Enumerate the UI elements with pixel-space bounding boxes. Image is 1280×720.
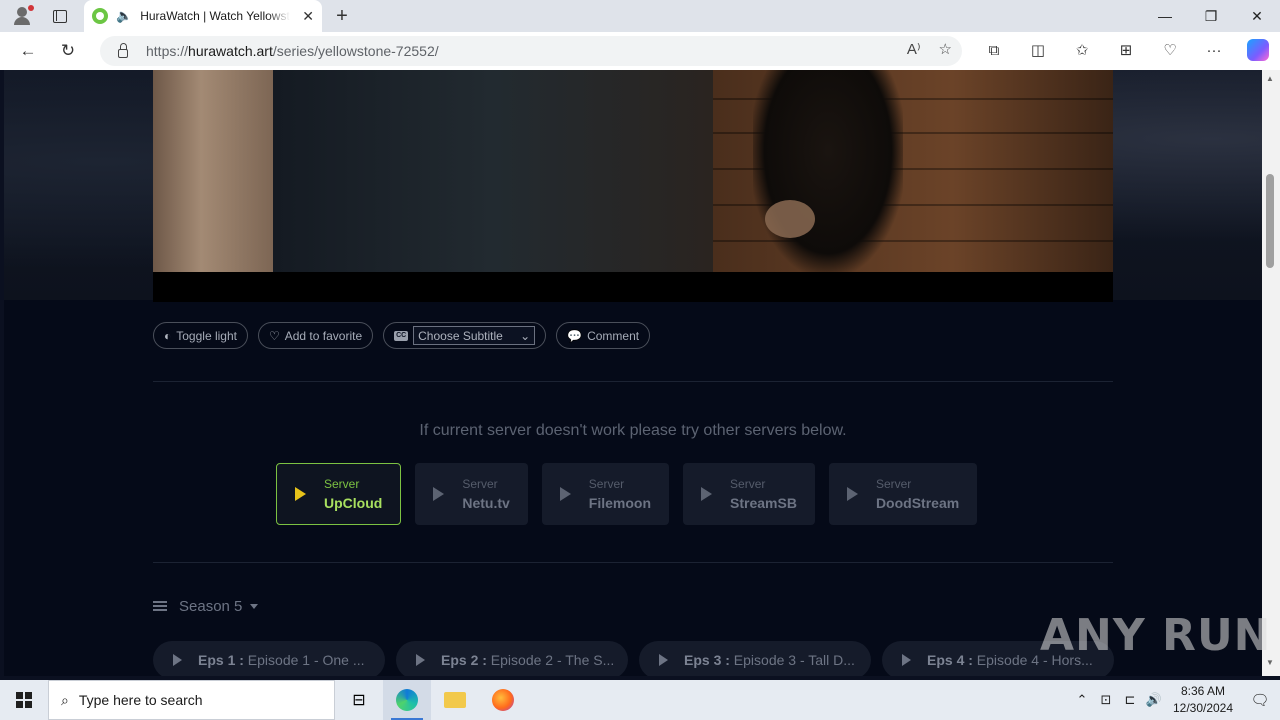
edge-icon xyxy=(396,689,418,711)
server-notice: If current server doesn't work please tr… xyxy=(419,422,847,439)
tab-actions-icon[interactable] xyxy=(42,0,78,32)
browser-titlebar: 🔈 HuraWatch | Watch Yellowstone ✕ + — ❐ … xyxy=(0,0,1280,32)
task-view-button[interactable]: ⊟ xyxy=(335,680,383,720)
player-controls: ◐ Toggle light ♡ Add to favorite CC Choo… xyxy=(153,322,651,349)
volume-icon[interactable]: 🔊 xyxy=(1142,692,1166,708)
restore-button[interactable]: ❐ xyxy=(1188,0,1234,32)
episode-item[interactable]: Eps 1 : Episode 1 - One ... xyxy=(153,641,385,676)
favorites-icon[interactable]: ✩ xyxy=(1060,34,1104,66)
video-control-bar[interactable] xyxy=(153,272,1113,302)
server-streamsb[interactable]: Server StreamSB xyxy=(683,463,815,525)
browser-navbar: ← ↻ https://hurawatch.art/series/yellows… xyxy=(0,32,1280,70)
taskbar-search[interactable]: ⌕ Type here to search xyxy=(48,680,335,720)
play-icon xyxy=(701,487,713,501)
minimize-button[interactable]: — xyxy=(1142,0,1188,32)
browser-tab[interactable]: 🔈 HuraWatch | Watch Yellowstone ✕ xyxy=(84,0,322,32)
play-icon xyxy=(846,487,858,501)
anyrun-watermark: ANY RUN xyxy=(1040,610,1272,661)
divider xyxy=(153,381,1113,382)
caret-down-icon xyxy=(250,604,259,609)
play-icon xyxy=(659,654,668,666)
server-filemoon[interactable]: Server Filemoon xyxy=(541,463,670,525)
heart-icon: ♡ xyxy=(268,328,280,343)
divider xyxy=(153,562,1113,563)
close-window-button[interactable]: ✕ xyxy=(1234,0,1280,32)
play-icon xyxy=(902,654,911,666)
system-tray: ⌃ ⊡ ⊏ 🔊 8:36 AM 12/30/2024 🗨 xyxy=(1070,680,1280,720)
profile-icon[interactable] xyxy=(0,0,42,32)
episode-item[interactable]: Eps 3 : Episode 3 - Tall D... xyxy=(639,641,871,676)
play-icon xyxy=(295,487,306,501)
start-button[interactable] xyxy=(0,680,48,720)
close-tab-icon[interactable]: ✕ xyxy=(302,8,314,25)
site-favicon-icon xyxy=(92,8,108,24)
episode-item[interactable]: Eps 2 : Episode 2 - The S... xyxy=(396,641,628,676)
subtitle-control: CC Choose Subtitle ⌄ xyxy=(383,322,547,349)
tab-title: HuraWatch | Watch Yellowstone xyxy=(140,9,290,23)
video-player[interactable] xyxy=(153,70,1113,272)
play-icon xyxy=(416,654,425,666)
extensions-icon[interactable]: ⧉ xyxy=(972,34,1016,66)
collections-icon[interactable]: ⊞ xyxy=(1104,34,1148,66)
half-circle-icon: ◐ xyxy=(164,328,172,343)
browser-essentials-icon[interactable]: ♡ xyxy=(1148,34,1192,66)
taskbar-edge[interactable] xyxy=(383,680,431,720)
split-screen-icon[interactable]: ◫ xyxy=(1016,34,1060,66)
clock[interactable]: 8:36 AM 12/30/2024 xyxy=(1166,683,1240,717)
url-text[interactable]: https://hurawatch.art/series/yellowstone… xyxy=(146,43,439,59)
lock-icon[interactable] xyxy=(118,42,128,58)
play-icon xyxy=(559,487,571,501)
chevron-down-icon: ⌄ xyxy=(520,328,531,343)
add-favorite-button[interactable]: ♡ Add to favorite xyxy=(257,322,374,349)
server-list: Server UpCloud Server Netu.tv Server Filemo… xyxy=(276,463,978,525)
speaker-icon[interactable]: 🔈 xyxy=(116,8,132,24)
subtitle-select[interactable]: Choose Subtitle ⌄ xyxy=(413,326,536,345)
windows-taskbar: ⌕ Type here to search ⊟ ⌃ ⊡ ⊏ 🔊 8:36 AM … xyxy=(0,680,1280,720)
new-tab-button[interactable]: + xyxy=(330,4,354,28)
taskbar-file-explorer[interactable] xyxy=(431,680,479,720)
refresh-button[interactable]: ↻ xyxy=(48,35,88,67)
windows-logo-icon xyxy=(16,692,32,708)
meet-now-icon[interactable]: ⊡ xyxy=(1094,692,1118,708)
copilot-icon[interactable] xyxy=(1236,34,1280,66)
play-icon xyxy=(433,487,445,501)
page-viewport: ◐ Toggle light ♡ Add to favorite CC Choo… xyxy=(4,70,1262,676)
firefox-icon xyxy=(492,689,514,711)
read-aloud-icon[interactable]: A⁾ xyxy=(907,40,921,58)
server-doodstream[interactable]: Server DoodStream xyxy=(828,463,978,525)
scrollbar-thumb[interactable] xyxy=(1266,174,1274,268)
play-icon xyxy=(173,654,182,666)
server-netu-tv[interactable]: Server Netu.tv xyxy=(415,463,528,525)
search-icon: ⌕ xyxy=(61,691,69,708)
season-selector[interactable]: Season 5 xyxy=(153,598,259,615)
back-button[interactable]: ← xyxy=(8,35,48,67)
page-scrollbar[interactable]: ▲ ▼ xyxy=(1262,70,1280,676)
address-bar[interactable]: https://hurawatch.art/series/yellowstone… xyxy=(100,36,962,66)
closed-caption-icon: CC xyxy=(394,330,409,341)
chevron-up-icon[interactable]: ⌃ xyxy=(1070,692,1094,708)
folder-icon xyxy=(444,692,466,708)
task-view-icon: ⊟ xyxy=(352,692,366,709)
favorite-star-icon[interactable]: ☆ xyxy=(939,40,952,58)
episode-list: Eps 1 : Episode 1 - One ... Eps 2 : Epis… xyxy=(153,641,1114,676)
server-upcloud[interactable]: Server UpCloud xyxy=(276,463,402,525)
notification-icon[interactable]: 🗨 xyxy=(1240,691,1280,709)
comment-button[interactable]: 💬 Comment xyxy=(556,322,651,349)
list-icon xyxy=(153,601,167,612)
comment-icon: 💬 xyxy=(567,328,583,343)
taskbar-firefox[interactable] xyxy=(479,680,527,720)
network-icon[interactable]: ⊏ xyxy=(1118,692,1142,708)
more-menu-icon[interactable]: ··· xyxy=(1192,34,1236,66)
toggle-light-button[interactable]: ◐ Toggle light xyxy=(153,322,248,349)
